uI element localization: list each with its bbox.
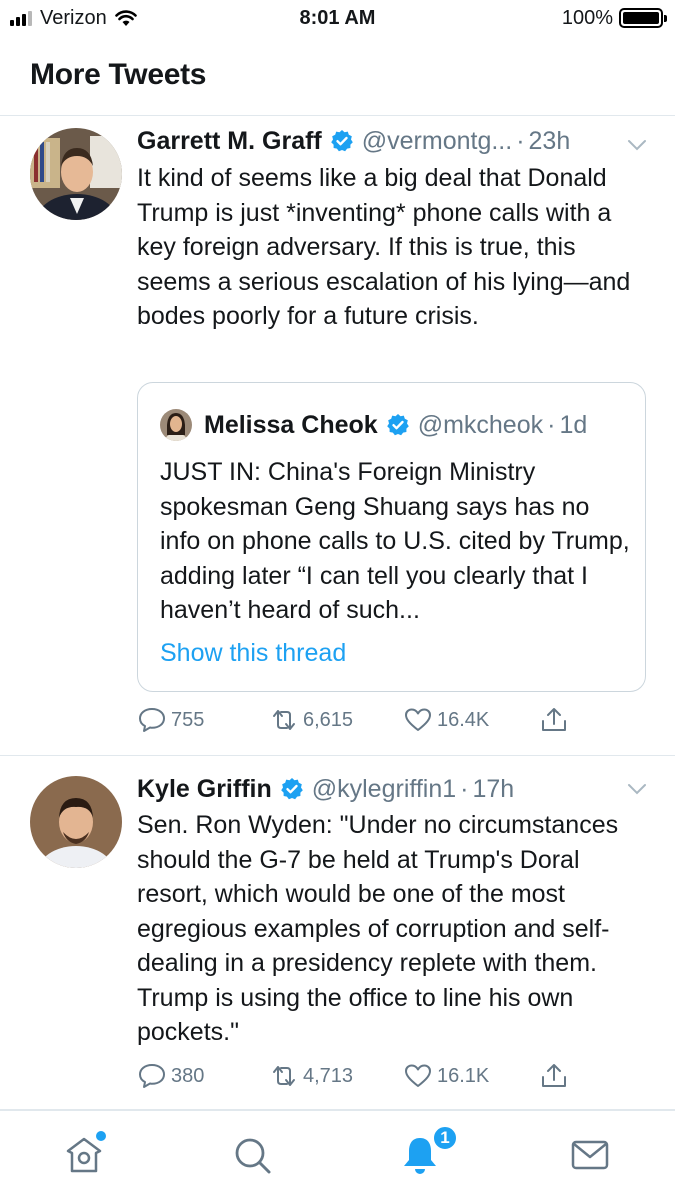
tweet-actions: 755 6,615 16.4K — [137, 706, 577, 736]
author-name[interactable]: Garrett M. Graff — [137, 126, 322, 156]
author-handle[interactable]: @vermontg... — [362, 126, 512, 156]
chevron-down-icon[interactable] — [627, 139, 647, 151]
share-button[interactable] — [539, 1062, 569, 1090]
quoted-tweet[interactable]: Melissa Cheok @mkcheok · 1d JUST IN: Chi… — [137, 382, 646, 692]
heart-icon — [405, 1064, 431, 1087]
tweet[interactable]: Garrett M. Graff @vermontg... · 23h It k… — [0, 116, 675, 756]
battery-icon — [619, 8, 667, 28]
quoted-tweet-time: 1d — [559, 411, 588, 439]
separator-dot: · — [460, 775, 469, 803]
tweet-text: Sen. Ron Wyden: "Under no circumstances … — [137, 811, 619, 1046]
separator-dot: · — [516, 127, 525, 155]
avatar — [160, 409, 192, 441]
verified-badge-icon — [330, 130, 353, 152]
retweet-icon — [273, 710, 295, 730]
heart-icon — [405, 708, 431, 731]
tweet-actions: 380 4,713 16.1K — [137, 1062, 577, 1092]
verified-badge-icon — [386, 414, 409, 436]
like-count: 16.4K — [437, 708, 490, 731]
battery-percent: 100% — [561, 7, 613, 29]
show-thread-link[interactable]: Show this thread — [160, 638, 346, 668]
retweet-button[interactable]: 6,615 — [269, 706, 353, 734]
tweet-text: It kind of seems like a big deal that Do… — [137, 164, 631, 330]
tweet-time[interactable]: 17h — [473, 774, 515, 804]
reply-count: 755 — [171, 708, 205, 731]
like-button[interactable]: 16.4K — [403, 706, 489, 734]
tweet-time[interactable]: 23h — [529, 126, 571, 156]
verified-badge-icon — [280, 778, 303, 800]
page-title: More Tweets — [30, 58, 207, 91]
status-bar: Verizon 8:01 AM 100% — [0, 0, 675, 36]
retweet-button[interactable]: 4,713 — [269, 1062, 353, 1090]
author-handle[interactable]: @kylegriffin1 — [312, 774, 456, 804]
bottom-tab-bar: 1 — [0, 1110, 675, 1200]
notifications-badge: 1 — [432, 1125, 458, 1151]
quoted-author-handle: @mkcheok — [417, 411, 544, 439]
status-right: 100% — [561, 6, 667, 30]
reply-count: 380 — [171, 1064, 205, 1087]
avatar[interactable] — [30, 776, 122, 868]
share-icon — [542, 1064, 566, 1087]
tweet-header: Garrett M. Graff @vermontg... · 23h — [137, 126, 570, 156]
share-button[interactable] — [539, 706, 569, 734]
like-count: 16.1K — [437, 1064, 490, 1087]
reply-button[interactable]: 755 — [137, 706, 204, 734]
quoted-tweet-text: JUST IN: China's Foreign Ministry spokes… — [160, 458, 630, 624]
quoted-tweet-header: Melissa Cheok @mkcheok · 1d — [204, 409, 587, 441]
chevron-down-icon[interactable] — [627, 783, 647, 795]
like-button[interactable]: 16.1K — [403, 1062, 489, 1090]
author-name[interactable]: Kyle Griffin — [137, 774, 272, 804]
tweet-header: Kyle Griffin @kylegriffin1 · 17h — [137, 774, 514, 804]
new-content-dot — [96, 1131, 106, 1141]
page-header: More Tweets — [0, 36, 675, 116]
retweet-icon — [273, 1066, 295, 1086]
reply-button[interactable]: 380 — [137, 1062, 204, 1090]
search-icon[interactable] — [230, 1133, 274, 1177]
reply-icon — [139, 1064, 165, 1088]
share-icon — [542, 708, 566, 731]
quoted-author-name: Melissa Cheok — [204, 411, 378, 439]
separator-dot: · — [547, 411, 556, 439]
mail-icon[interactable] — [568, 1133, 612, 1177]
retweet-count: 4,713 — [303, 1064, 354, 1087]
reply-icon — [139, 708, 165, 732]
avatar[interactable] — [30, 128, 122, 220]
retweet-count: 6,615 — [303, 708, 354, 731]
tweet[interactable]: Kyle Griffin @kylegriffin1 · 17h Sen. Ro… — [0, 756, 675, 1110]
